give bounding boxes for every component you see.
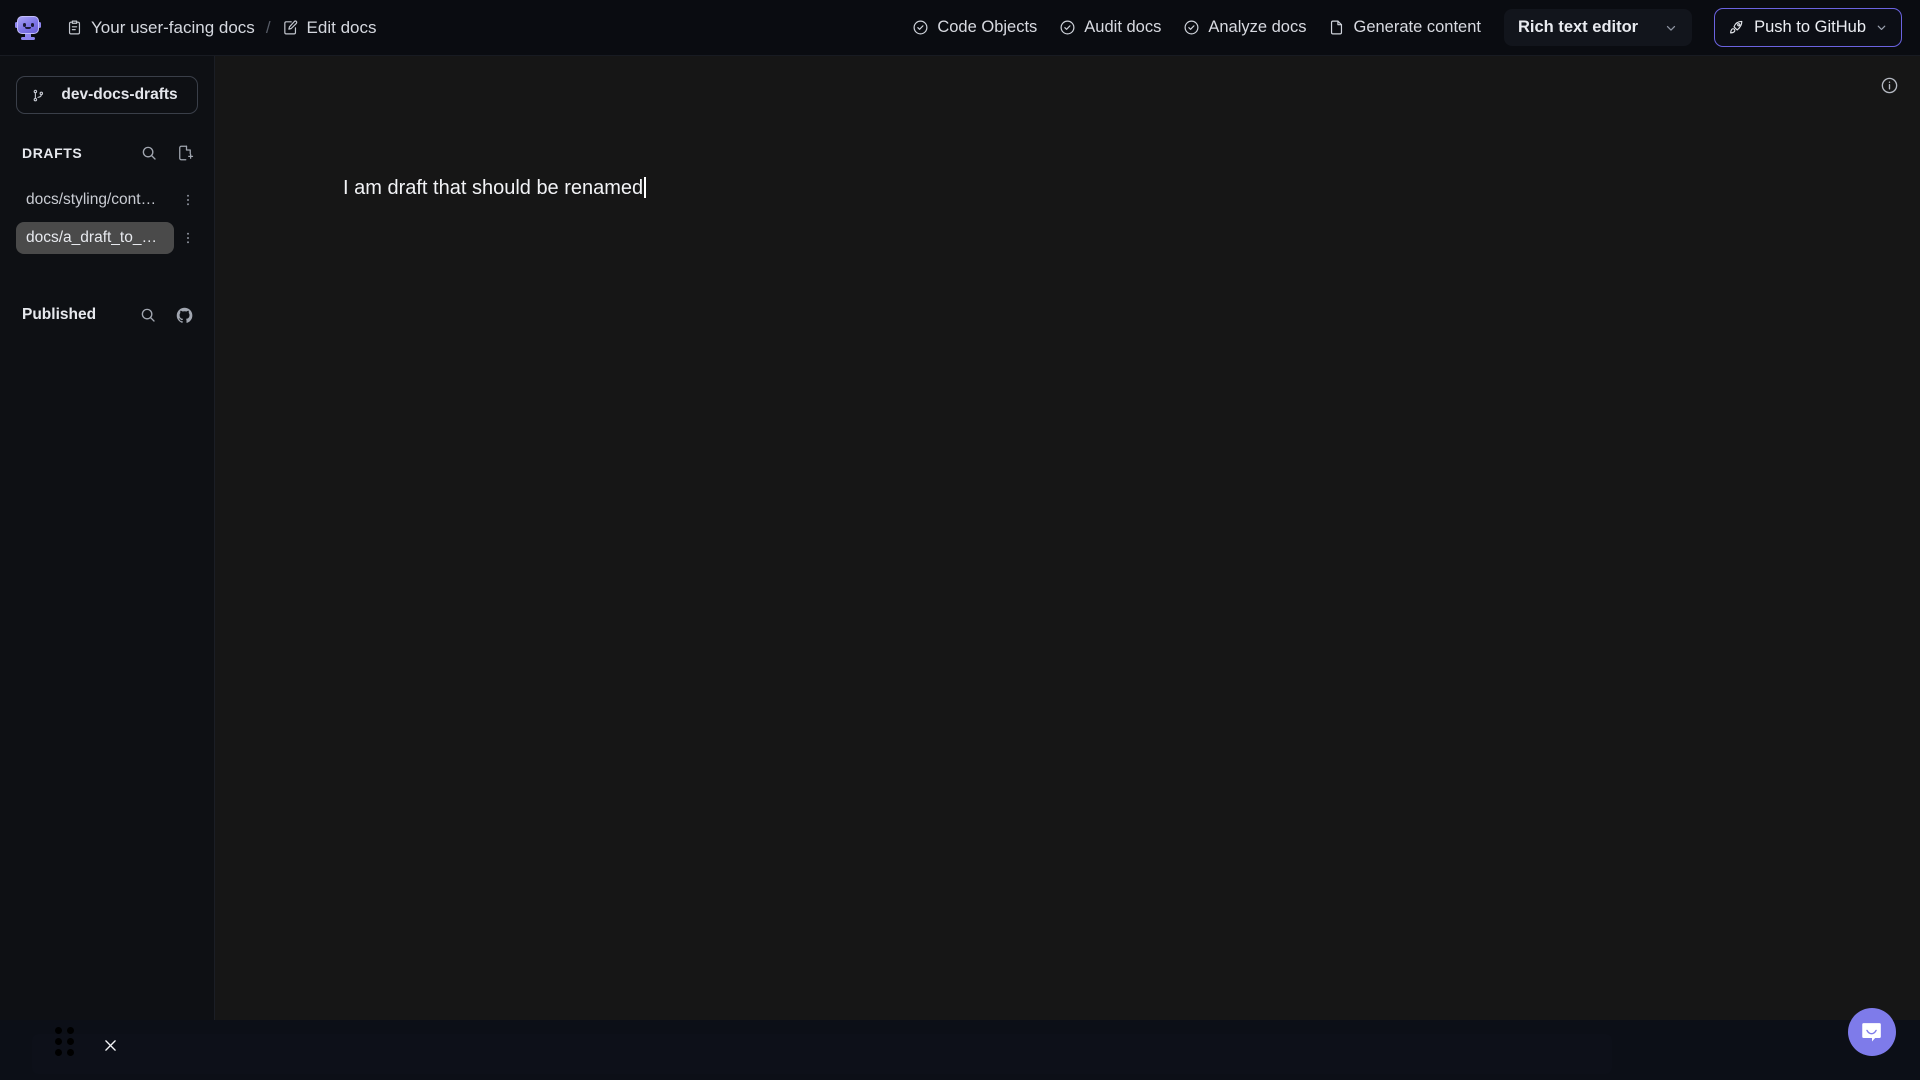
- push-to-github-button[interactable]: Push to GitHub: [1714, 8, 1902, 47]
- branch-selector[interactable]: dev-docs-drafts: [16, 76, 198, 114]
- search-icon[interactable]: [140, 144, 158, 162]
- drag-dots-icon[interactable]: [55, 1027, 74, 1056]
- chat-bubble-button[interactable]: [1848, 1008, 1896, 1056]
- branch-name: dev-docs-drafts: [61, 86, 178, 103]
- action-label: Audit docs: [1084, 18, 1162, 37]
- draft-file-name: docs/a_draft_to_be...: [16, 222, 174, 254]
- github-icon[interactable]: [175, 306, 194, 325]
- bottom-overlay-bar: [0, 1020, 1920, 1080]
- clipboard-icon: [66, 19, 83, 36]
- draft-file-name: docs/styling/context...: [26, 191, 174, 208]
- check-circle-icon: [1059, 19, 1076, 36]
- robot-monitor-logo: [15, 15, 41, 41]
- document-text: I am draft that should be renamed: [343, 177, 644, 199]
- rocket-icon: [1728, 19, 1745, 36]
- header-actions: Code Objects Audit docs Analyze docs Gen…: [901, 8, 1920, 47]
- check-circle-icon: [912, 19, 929, 36]
- check-circle-icon: [1183, 19, 1200, 36]
- breadcrumb-separator: /: [265, 17, 271, 37]
- draft-file-row[interactable]: docs/styling/context...: [16, 183, 196, 217]
- chevron-down-icon: [1664, 21, 1678, 35]
- document-paragraph[interactable]: I am draft that should be renamed: [343, 174, 646, 202]
- push-to-github-label: Push to GitHub: [1754, 18, 1866, 36]
- git-branch-icon: [31, 88, 46, 103]
- app-logo-button[interactable]: [0, 0, 56, 56]
- drafts-title: DRAFTS: [22, 145, 83, 161]
- published-section-header: Published: [22, 303, 194, 327]
- search-icon[interactable]: [139, 306, 157, 324]
- sidebar: dev-docs-drafts DRAFTS docs/styling/cont…: [0, 56, 215, 1080]
- kebab-menu-icon[interactable]: [174, 230, 196, 246]
- close-x-icon[interactable]: [102, 1037, 119, 1054]
- breadcrumb-item-docs[interactable]: Your user-facing docs: [66, 19, 255, 36]
- drafts-file-list: docs/styling/context... docs/a_draft_to_…: [0, 183, 214, 255]
- editor-mode-label: Rich text editor: [1518, 18, 1639, 36]
- breadcrumb: Your user-facing docs / Edit docs: [66, 18, 376, 38]
- action-analyze-docs[interactable]: Analyze docs: [1172, 12, 1317, 43]
- edit-document-icon: [282, 19, 299, 36]
- drafts-section-header: DRAFTS: [22, 141, 194, 165]
- document-icon: [1328, 19, 1345, 36]
- document-editor[interactable]: I am draft that should be renamed: [215, 56, 1920, 202]
- action-generate-content[interactable]: Generate content: [1317, 12, 1492, 43]
- action-code-objects[interactable]: Code Objects: [901, 12, 1048, 43]
- bottom-overlay-panel: [32, 1034, 1612, 1074]
- chevron-down-icon: [1875, 21, 1888, 34]
- breadcrumb-item-edit-docs[interactable]: Edit docs: [282, 18, 377, 37]
- published-title: Published: [22, 306, 97, 323]
- action-label: Analyze docs: [1208, 18, 1307, 37]
- chat-bubble-icon: [1859, 1019, 1885, 1045]
- text-cursor: [644, 177, 646, 198]
- action-label: Code Objects: [937, 18, 1038, 37]
- editor-mode-selector[interactable]: Rich text editor: [1504, 9, 1693, 46]
- main-content: I am draft that should be renamed: [215, 56, 1920, 1080]
- action-label: Generate content: [1353, 18, 1481, 37]
- draft-file-row-selected[interactable]: docs/a_draft_to_be...: [16, 221, 196, 255]
- kebab-menu-icon[interactable]: [174, 192, 196, 208]
- action-audit-docs[interactable]: Audit docs: [1048, 12, 1172, 43]
- new-document-icon[interactable]: [176, 144, 194, 162]
- info-circle-icon[interactable]: [1880, 76, 1899, 95]
- breadcrumb-label-docs: Your user-facing docs: [91, 18, 255, 37]
- breadcrumb-label-edit-docs: Edit docs: [306, 18, 377, 37]
- top-bar: Your user-facing docs / Edit docs Code O…: [0, 0, 1920, 56]
